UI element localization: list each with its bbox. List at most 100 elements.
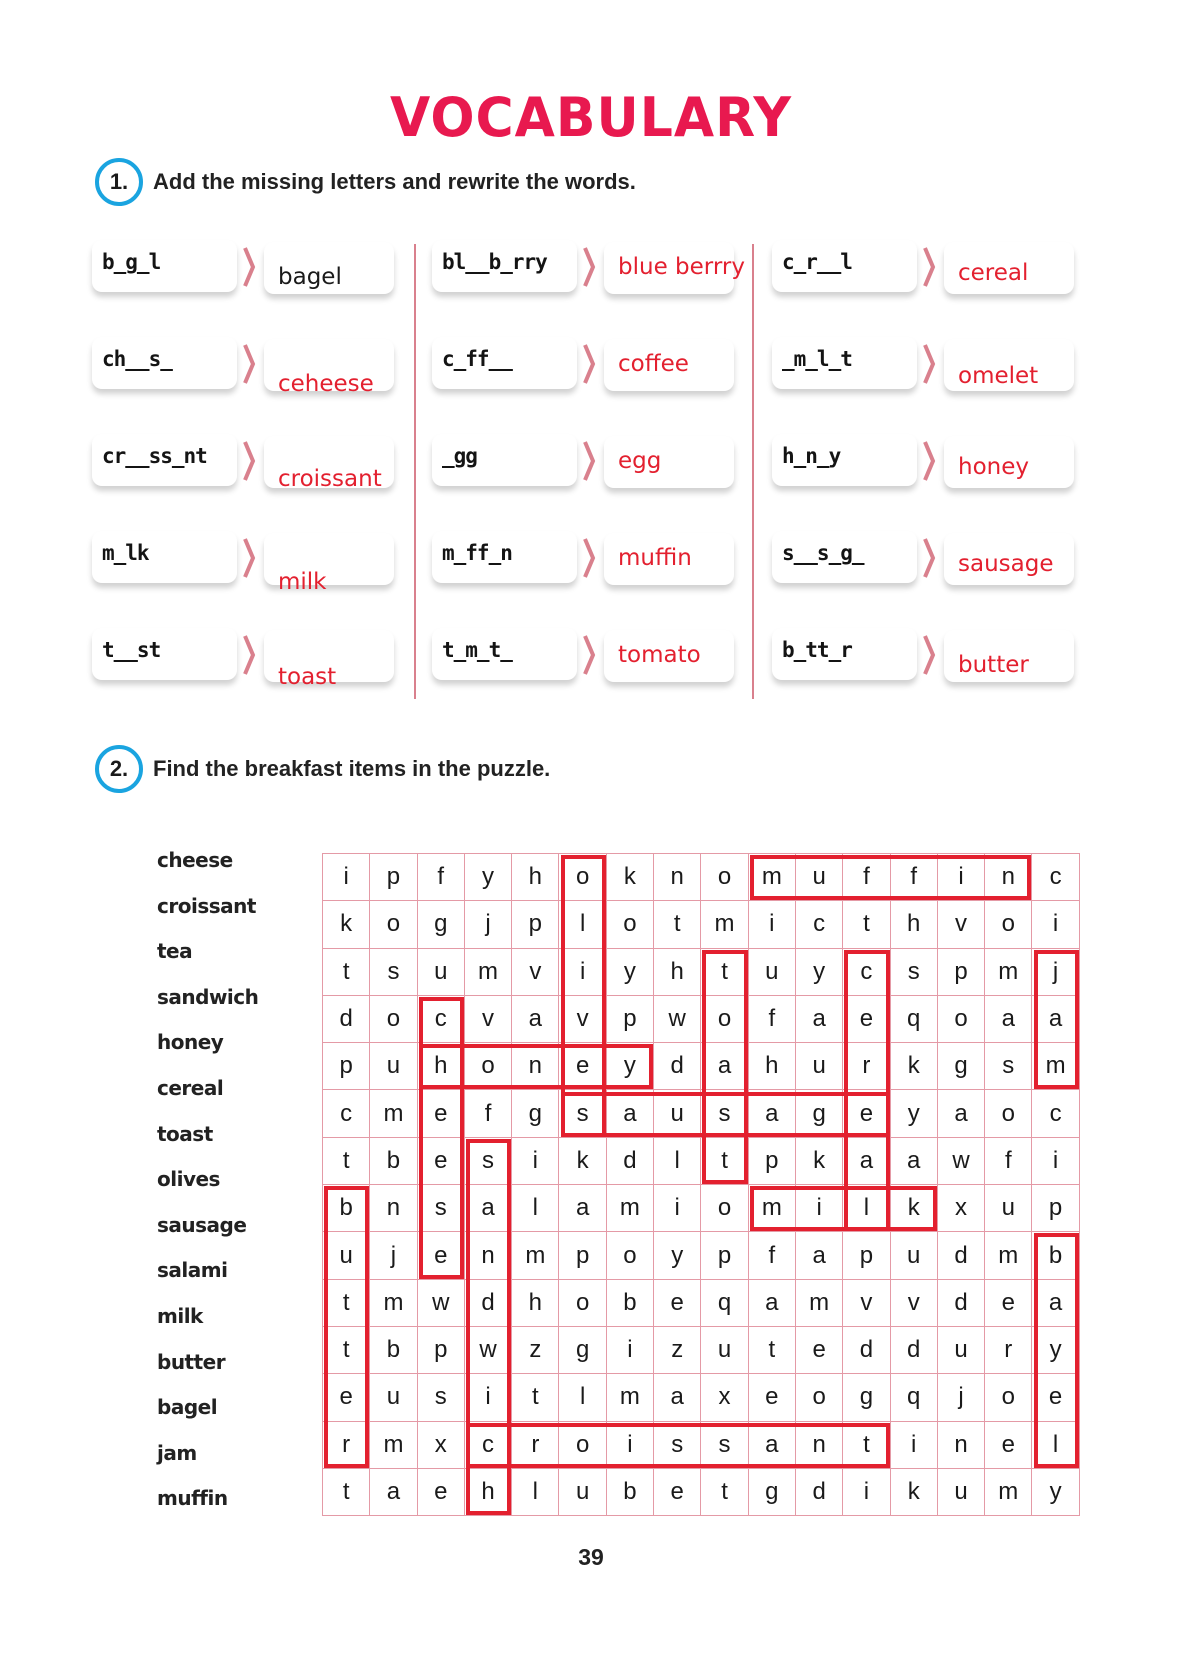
grid-cell[interactable]: a bbox=[985, 995, 1033, 1044]
grid-cell[interactable]: t bbox=[323, 948, 371, 996]
grid-cell[interactable]: u bbox=[795, 854, 844, 902]
grid-cell[interactable]: p bbox=[417, 1326, 465, 1375]
grid-cell[interactable]: n bbox=[795, 1421, 844, 1469]
grid-cell[interactable]: e bbox=[417, 1090, 465, 1138]
grid-cell[interactable]: p bbox=[701, 1232, 749, 1280]
grid-cell[interactable]: m bbox=[1032, 1043, 1080, 1091]
grid-cell[interactable]: c bbox=[464, 1421, 513, 1469]
grid-cell[interactable]: k bbox=[323, 901, 371, 949]
grid-cell[interactable]: s bbox=[701, 1090, 749, 1138]
grid-cell[interactable]: m bbox=[985, 948, 1033, 996]
grid-cell[interactable]: y bbox=[1032, 1326, 1080, 1375]
grid-cell[interactable]: u bbox=[937, 1468, 986, 1517]
grid-cell[interactable]: o bbox=[701, 995, 749, 1044]
grid-cell[interactable]: m bbox=[370, 1279, 418, 1327]
grid-cell[interactable]: i bbox=[937, 854, 986, 902]
grid-cell[interactable]: g bbox=[843, 1374, 891, 1422]
grid-cell[interactable]: z bbox=[512, 1326, 560, 1375]
grid-cell[interactable]: e bbox=[985, 1279, 1033, 1327]
grid-cell[interactable]: o bbox=[937, 995, 986, 1044]
grid-cell[interactable]: n bbox=[512, 1043, 560, 1091]
grid-cell[interactable]: y bbox=[464, 854, 513, 902]
answer-field[interactable]: omelet bbox=[944, 339, 1074, 391]
grid-cell[interactable]: e bbox=[795, 1326, 844, 1375]
answer-field[interactable]: ceheese bbox=[264, 339, 394, 397]
grid-cell[interactable]: a bbox=[606, 1090, 655, 1138]
grid-cell[interactable]: k bbox=[606, 854, 655, 902]
grid-cell[interactable]: e bbox=[323, 1374, 371, 1422]
grid-cell[interactable]: k bbox=[795, 1137, 844, 1186]
grid-cell[interactable]: c bbox=[843, 948, 891, 996]
grid-cell[interactable]: a bbox=[512, 995, 560, 1044]
grid-cell[interactable]: i bbox=[795, 1185, 844, 1233]
grid-cell[interactable]: d bbox=[606, 1137, 655, 1186]
answer-field[interactable]: cereal bbox=[944, 242, 1074, 294]
grid-cell[interactable]: x bbox=[937, 1185, 986, 1233]
grid-cell[interactable]: i bbox=[323, 854, 371, 902]
grid-cell[interactable]: h bbox=[654, 948, 702, 996]
grid-cell[interactable]: o bbox=[370, 901, 418, 949]
grid-cell[interactable]: q bbox=[701, 1279, 749, 1327]
grid-cell[interactable]: g bbox=[748, 1468, 796, 1517]
grid-cell[interactable]: t bbox=[701, 1468, 749, 1517]
grid-cell[interactable]: y bbox=[890, 1090, 938, 1138]
grid-cell[interactable]: p bbox=[559, 1232, 607, 1280]
grid-cell[interactable]: p bbox=[512, 901, 560, 949]
grid-cell[interactable]: g bbox=[417, 901, 465, 949]
grid-cell[interactable]: u bbox=[701, 1326, 749, 1375]
grid-cell[interactable]: r bbox=[843, 1043, 891, 1091]
grid-cell[interactable]: d bbox=[795, 1468, 844, 1517]
grid-cell[interactable]: l bbox=[654, 1137, 702, 1186]
grid-cell[interactable]: d bbox=[843, 1326, 891, 1375]
grid-cell[interactable]: v bbox=[559, 995, 607, 1044]
grid-cell[interactable]: c bbox=[417, 995, 465, 1044]
grid-cell[interactable]: t bbox=[323, 1279, 371, 1327]
grid-cell[interactable]: l bbox=[512, 1185, 560, 1233]
grid-cell[interactable]: c bbox=[795, 901, 844, 949]
grid-cell[interactable]: d bbox=[323, 995, 371, 1044]
grid-cell[interactable]: y bbox=[1032, 1468, 1080, 1517]
grid-cell[interactable]: i bbox=[1032, 1137, 1080, 1186]
grid-cell[interactable]: y bbox=[654, 1232, 702, 1280]
grid-cell[interactable]: u bbox=[370, 1043, 418, 1091]
grid-cell[interactable]: w bbox=[417, 1279, 465, 1327]
grid-cell[interactable]: u bbox=[654, 1090, 702, 1138]
grid-cell[interactable]: f bbox=[748, 1232, 796, 1280]
grid-cell[interactable]: n bbox=[937, 1421, 986, 1469]
grid-cell[interactable]: a bbox=[1032, 995, 1080, 1044]
grid-cell[interactable]: u bbox=[795, 1043, 844, 1091]
grid-cell[interactable]: s bbox=[701, 1421, 749, 1469]
grid-cell[interactable]: v bbox=[937, 901, 986, 949]
grid-cell[interactable]: a bbox=[748, 1090, 796, 1138]
grid-cell[interactable]: y bbox=[606, 1043, 655, 1091]
answer-field[interactable]: sausage bbox=[944, 533, 1074, 585]
grid-cell[interactable]: b bbox=[323, 1185, 371, 1233]
grid-cell[interactable]: v bbox=[512, 948, 560, 996]
grid-cell[interactable]: m bbox=[985, 1468, 1033, 1517]
grid-cell[interactable]: g bbox=[559, 1326, 607, 1375]
grid-cell[interactable]: a bbox=[464, 1185, 513, 1233]
grid-cell[interactable]: n bbox=[654, 854, 702, 902]
grid-cell[interactable]: h bbox=[512, 1279, 560, 1327]
grid-cell[interactable]: j bbox=[464, 901, 513, 949]
grid-cell[interactable]: o bbox=[985, 1374, 1033, 1422]
grid-cell[interactable]: n bbox=[370, 1185, 418, 1233]
grid-cell[interactable]: o bbox=[370, 995, 418, 1044]
grid-cell[interactable]: f bbox=[748, 995, 796, 1044]
grid-cell[interactable]: m bbox=[985, 1232, 1033, 1280]
grid-cell[interactable]: k bbox=[559, 1137, 607, 1186]
grid-cell[interactable]: q bbox=[890, 995, 938, 1044]
grid-cell[interactable]: e bbox=[654, 1468, 702, 1517]
grid-cell[interactable]: t bbox=[701, 948, 749, 996]
grid-cell[interactable]: m bbox=[370, 1090, 418, 1138]
grid-cell[interactable]: g bbox=[795, 1090, 844, 1138]
grid-cell[interactable]: m bbox=[512, 1232, 560, 1280]
grid-cell[interactable]: i bbox=[559, 948, 607, 996]
grid-cell[interactable]: i bbox=[654, 1185, 702, 1233]
grid-cell[interactable]: a bbox=[795, 995, 844, 1044]
grid-cell[interactable]: b bbox=[370, 1137, 418, 1186]
grid-cell[interactable]: e bbox=[559, 1043, 607, 1091]
grid-cell[interactable]: m bbox=[370, 1421, 418, 1469]
grid-cell[interactable]: p bbox=[323, 1043, 371, 1091]
grid-cell[interactable]: m bbox=[606, 1374, 655, 1422]
